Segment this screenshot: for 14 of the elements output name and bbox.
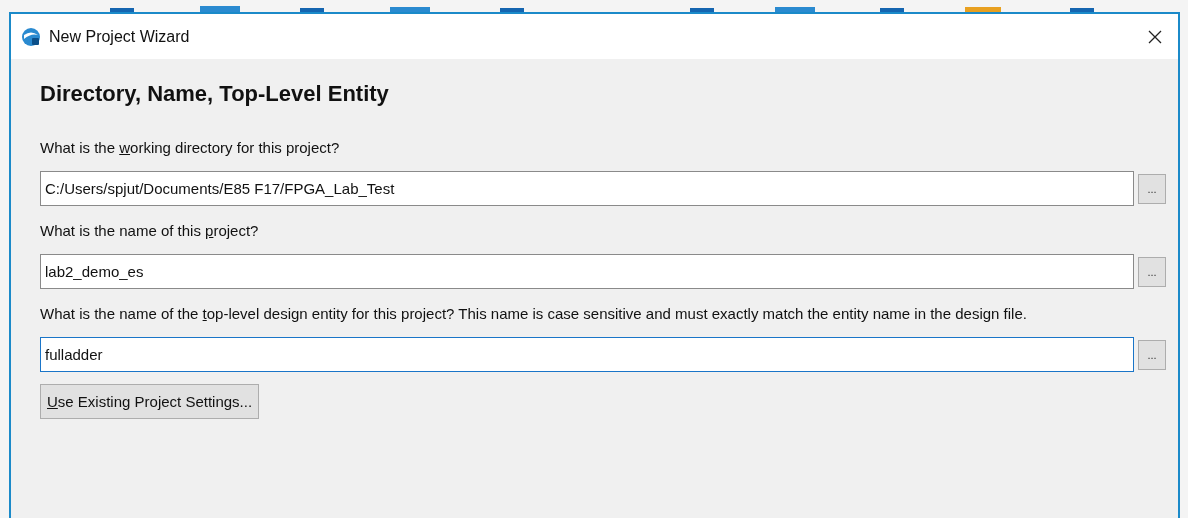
input-field[interactable]: lab2_demo_es [40,254,1134,289]
input-field[interactable]: fulladder [40,337,1134,372]
browse-button[interactable]: ... [1138,173,1166,204]
field-label: What is the name of the top-level design entity for this project? This name is case sensitive and must exactly match the entity name in the design file. [40,304,1028,324]
field-label: What is the name of this project? [40,221,260,241]
input-field[interactable]: C:/Users/spjut/Documents/E85 F17/FPGA_Lab_Test [40,171,1134,206]
window-title: New Project Wizard [49,27,191,46]
browse-button[interactable]: ... [1138,256,1166,287]
use-settings-button[interactable]: Use Existing Project Settings... [40,384,260,419]
globe-icon [21,26,41,47]
browse-button[interactable]: ... [1138,339,1166,370]
field-label: What is the working directory for this project? [40,138,341,158]
close-icon [1148,29,1162,44]
page-heading: Directory, Name, Top-Level Entity [40,81,390,107]
